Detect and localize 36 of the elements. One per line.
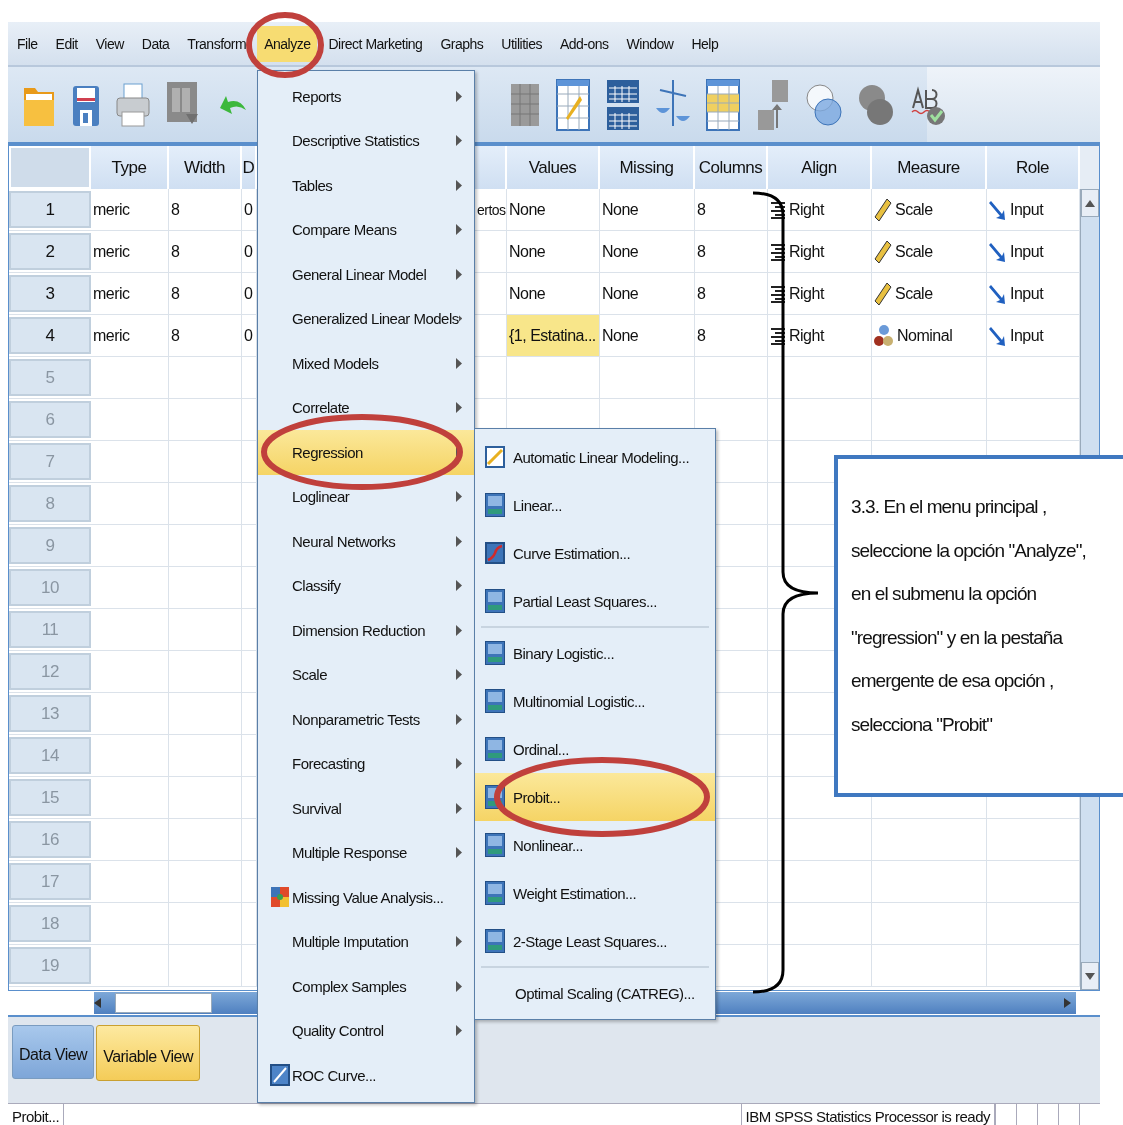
- table-cell: 8: [697, 326, 706, 345]
- table-cell: Input: [1010, 200, 1044, 219]
- annotation-tooltip: 3.3. En el menu principal , seleccione la opción "Analyze", en el submenu la opción "regression" y en la pestaña emergente de esa opción , selecciona "Probit": [834, 455, 1123, 797]
- table-cell: 8: [171, 242, 180, 261]
- table-cell: 0: [244, 284, 253, 303]
- table-cell: meric: [93, 326, 130, 345]
- table-cell: None: [602, 284, 639, 303]
- table-cell: meric: [93, 284, 130, 303]
- table-cell: meric: [93, 242, 130, 261]
- table-cell: None: [602, 200, 639, 219]
- table-cell: 0: [244, 242, 253, 261]
- table-cell: Right: [789, 242, 824, 261]
- table-cell: 8: [697, 242, 706, 261]
- table-cell: 8: [697, 284, 706, 303]
- table-cell: 8: [171, 200, 180, 219]
- table-cell: 8: [697, 200, 706, 219]
- table-cell: None: [602, 242, 639, 261]
- table-cell: 0: [244, 326, 253, 345]
- table-cell: Input: [1010, 284, 1044, 303]
- table-cell: Right: [789, 200, 824, 219]
- table-cell: Scale: [895, 242, 933, 261]
- table-cell: Scale: [895, 200, 933, 219]
- table-cell: Nominal: [897, 326, 953, 345]
- table-cell: 8: [171, 284, 180, 303]
- table-cell: Input: [1010, 326, 1044, 345]
- table-cell: 8: [171, 326, 180, 345]
- table-cell: Input: [1010, 242, 1044, 261]
- status-text: IBM SPSS Statistics Processor is ready: [740, 1104, 995, 1125]
- table-cell: 0: [244, 200, 253, 219]
- table-cell-text: ertos: [476, 201, 506, 218]
- table-cell: Scale: [895, 284, 933, 303]
- table-cell: None: [602, 326, 639, 345]
- table-cell: Right: [789, 326, 824, 345]
- table-cell: meric: [93, 200, 130, 219]
- table-cell: Right: [789, 284, 824, 303]
- status-text: Probit...: [8, 1104, 65, 1125]
